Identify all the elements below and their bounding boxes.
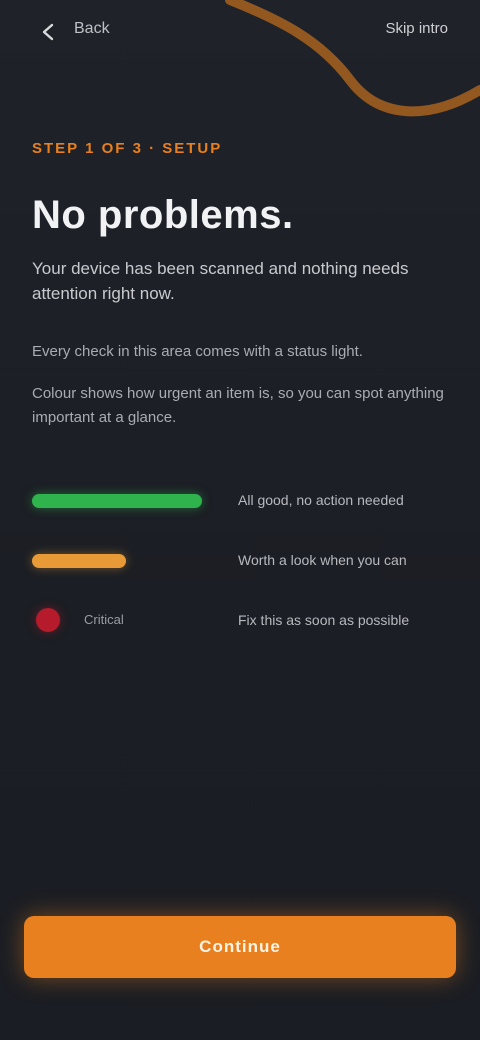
- legend-swatch-track: [32, 550, 202, 570]
- step-eyebrow: Step 1 of 3 · Setup: [32, 140, 223, 157]
- arrow-left-icon: [42, 23, 54, 41]
- legend-item-good: All good, no action needed: [32, 484, 448, 516]
- body-paragraph-2: Colour shows how urgent an item is, so y…: [32, 385, 444, 426]
- legend-label-critical: Fix this as soon as possible: [238, 612, 410, 628]
- body-paragraph-1: Every check in this area comes with a st…: [32, 343, 363, 360]
- page-title: No problems.: [32, 193, 294, 237]
- back-button[interactable]: [28, 12, 68, 52]
- status-dot-critical: [36, 608, 60, 632]
- legend-label-warning: Worth a look when you can: [238, 552, 407, 568]
- legend-swatch-track: Critical: [32, 608, 202, 632]
- status-bar-warning: [32, 554, 126, 568]
- topbar-title: Back: [74, 20, 110, 37]
- skip-intro-link[interactable]: Skip intro: [385, 20, 448, 37]
- cta-container: Continue: [24, 916, 456, 978]
- top-bar: Back Skip intro: [0, 0, 480, 64]
- legend-label-good: All good, no action needed: [238, 492, 404, 508]
- legend-swatch-track: [32, 490, 202, 510]
- legend-item-critical: Critical Fix this as soon as possible: [32, 604, 448, 636]
- continue-button[interactable]: Continue: [24, 916, 456, 978]
- intro-content: Step 1 of 3 · Setup No problems. Your de…: [32, 140, 448, 664]
- status-bar-good: [32, 494, 202, 508]
- lead-text: Your device has been scanned and nothing…: [32, 259, 409, 303]
- status-legend: All good, no action needed Worth a look …: [32, 484, 448, 636]
- legend-item-warning: Worth a look when you can: [32, 544, 448, 576]
- onboarding-screen: Back Skip intro Step 1 of 3 · Setup No p…: [0, 0, 480, 1040]
- legend-inline-label-critical: Critical: [84, 612, 124, 627]
